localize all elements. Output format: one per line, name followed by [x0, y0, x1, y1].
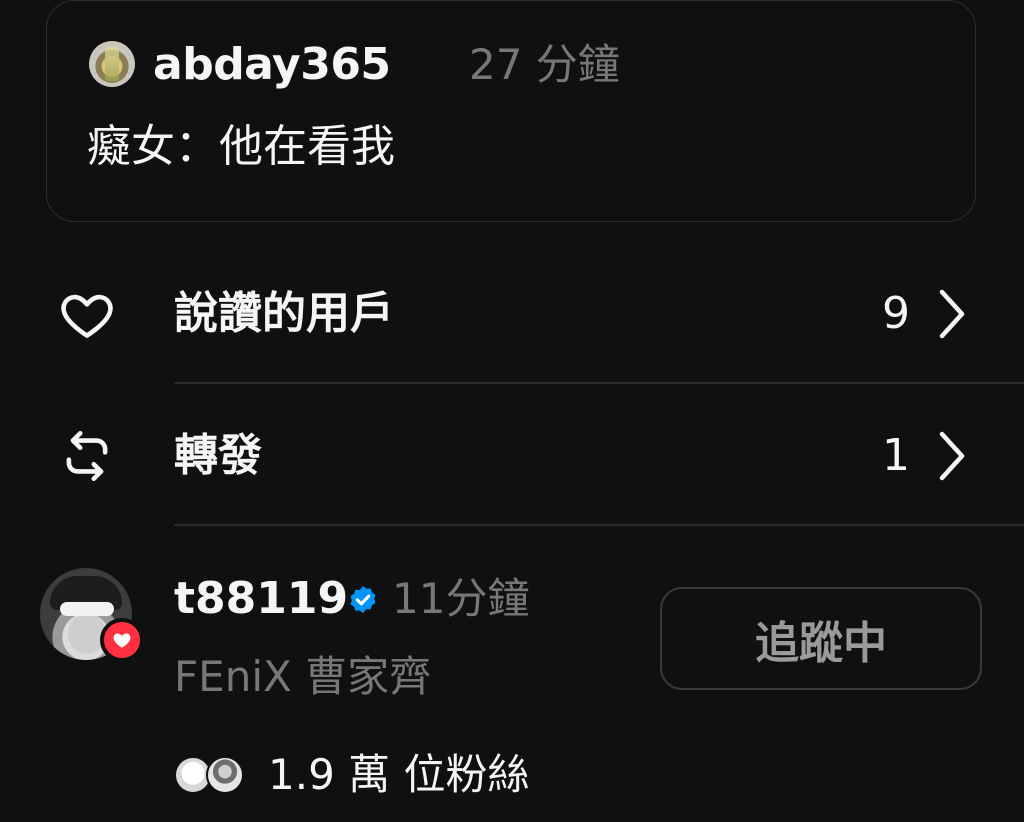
like-badge	[100, 618, 144, 662]
likes-count: 9	[882, 288, 910, 339]
repost-icon	[66, 430, 108, 482]
verified-badge-icon	[350, 586, 376, 614]
reposts-label: 轉發	[174, 430, 262, 481]
reposts-row[interactable]: 轉發 1	[0, 396, 1024, 516]
chevron-right-icon	[939, 289, 965, 339]
threads-activity-page: abday365 27 分鐘 癡女：他在看我 說讚的用戶 9 轉發 1 t881…	[0, 0, 1024, 822]
divider	[174, 382, 1024, 384]
post-author-username[interactable]: abday365	[153, 37, 391, 93]
follower-count: 1.9 萬 位粉絲	[268, 750, 530, 799]
avatar-glasses	[60, 602, 114, 616]
heart-icon	[61, 294, 113, 338]
user-fullname: FEniX 曹家齊	[174, 652, 432, 701]
user-activity-time: 11分鐘	[392, 574, 530, 623]
likes-label: 說讚的用戶	[174, 288, 394, 339]
chevron-right-icon	[939, 431, 965, 481]
post-author-avatar[interactable]	[89, 41, 135, 87]
following-button[interactable]: 追蹤中	[660, 587, 982, 690]
divider	[174, 524, 1024, 526]
quoted-post-card[interactable]: abday365 27 分鐘 癡女：他在看我	[46, 0, 976, 222]
post-text: 癡女：他在看我	[87, 121, 395, 172]
user-username[interactable]: t88119	[174, 570, 348, 628]
reposts-count: 1	[882, 430, 910, 481]
follower-avatar	[206, 756, 244, 794]
post-timestamp: 27 分鐘	[469, 40, 620, 89]
heart-filled-icon	[113, 633, 131, 648]
likes-row[interactable]: 說讚的用戶 9	[0, 256, 1024, 376]
